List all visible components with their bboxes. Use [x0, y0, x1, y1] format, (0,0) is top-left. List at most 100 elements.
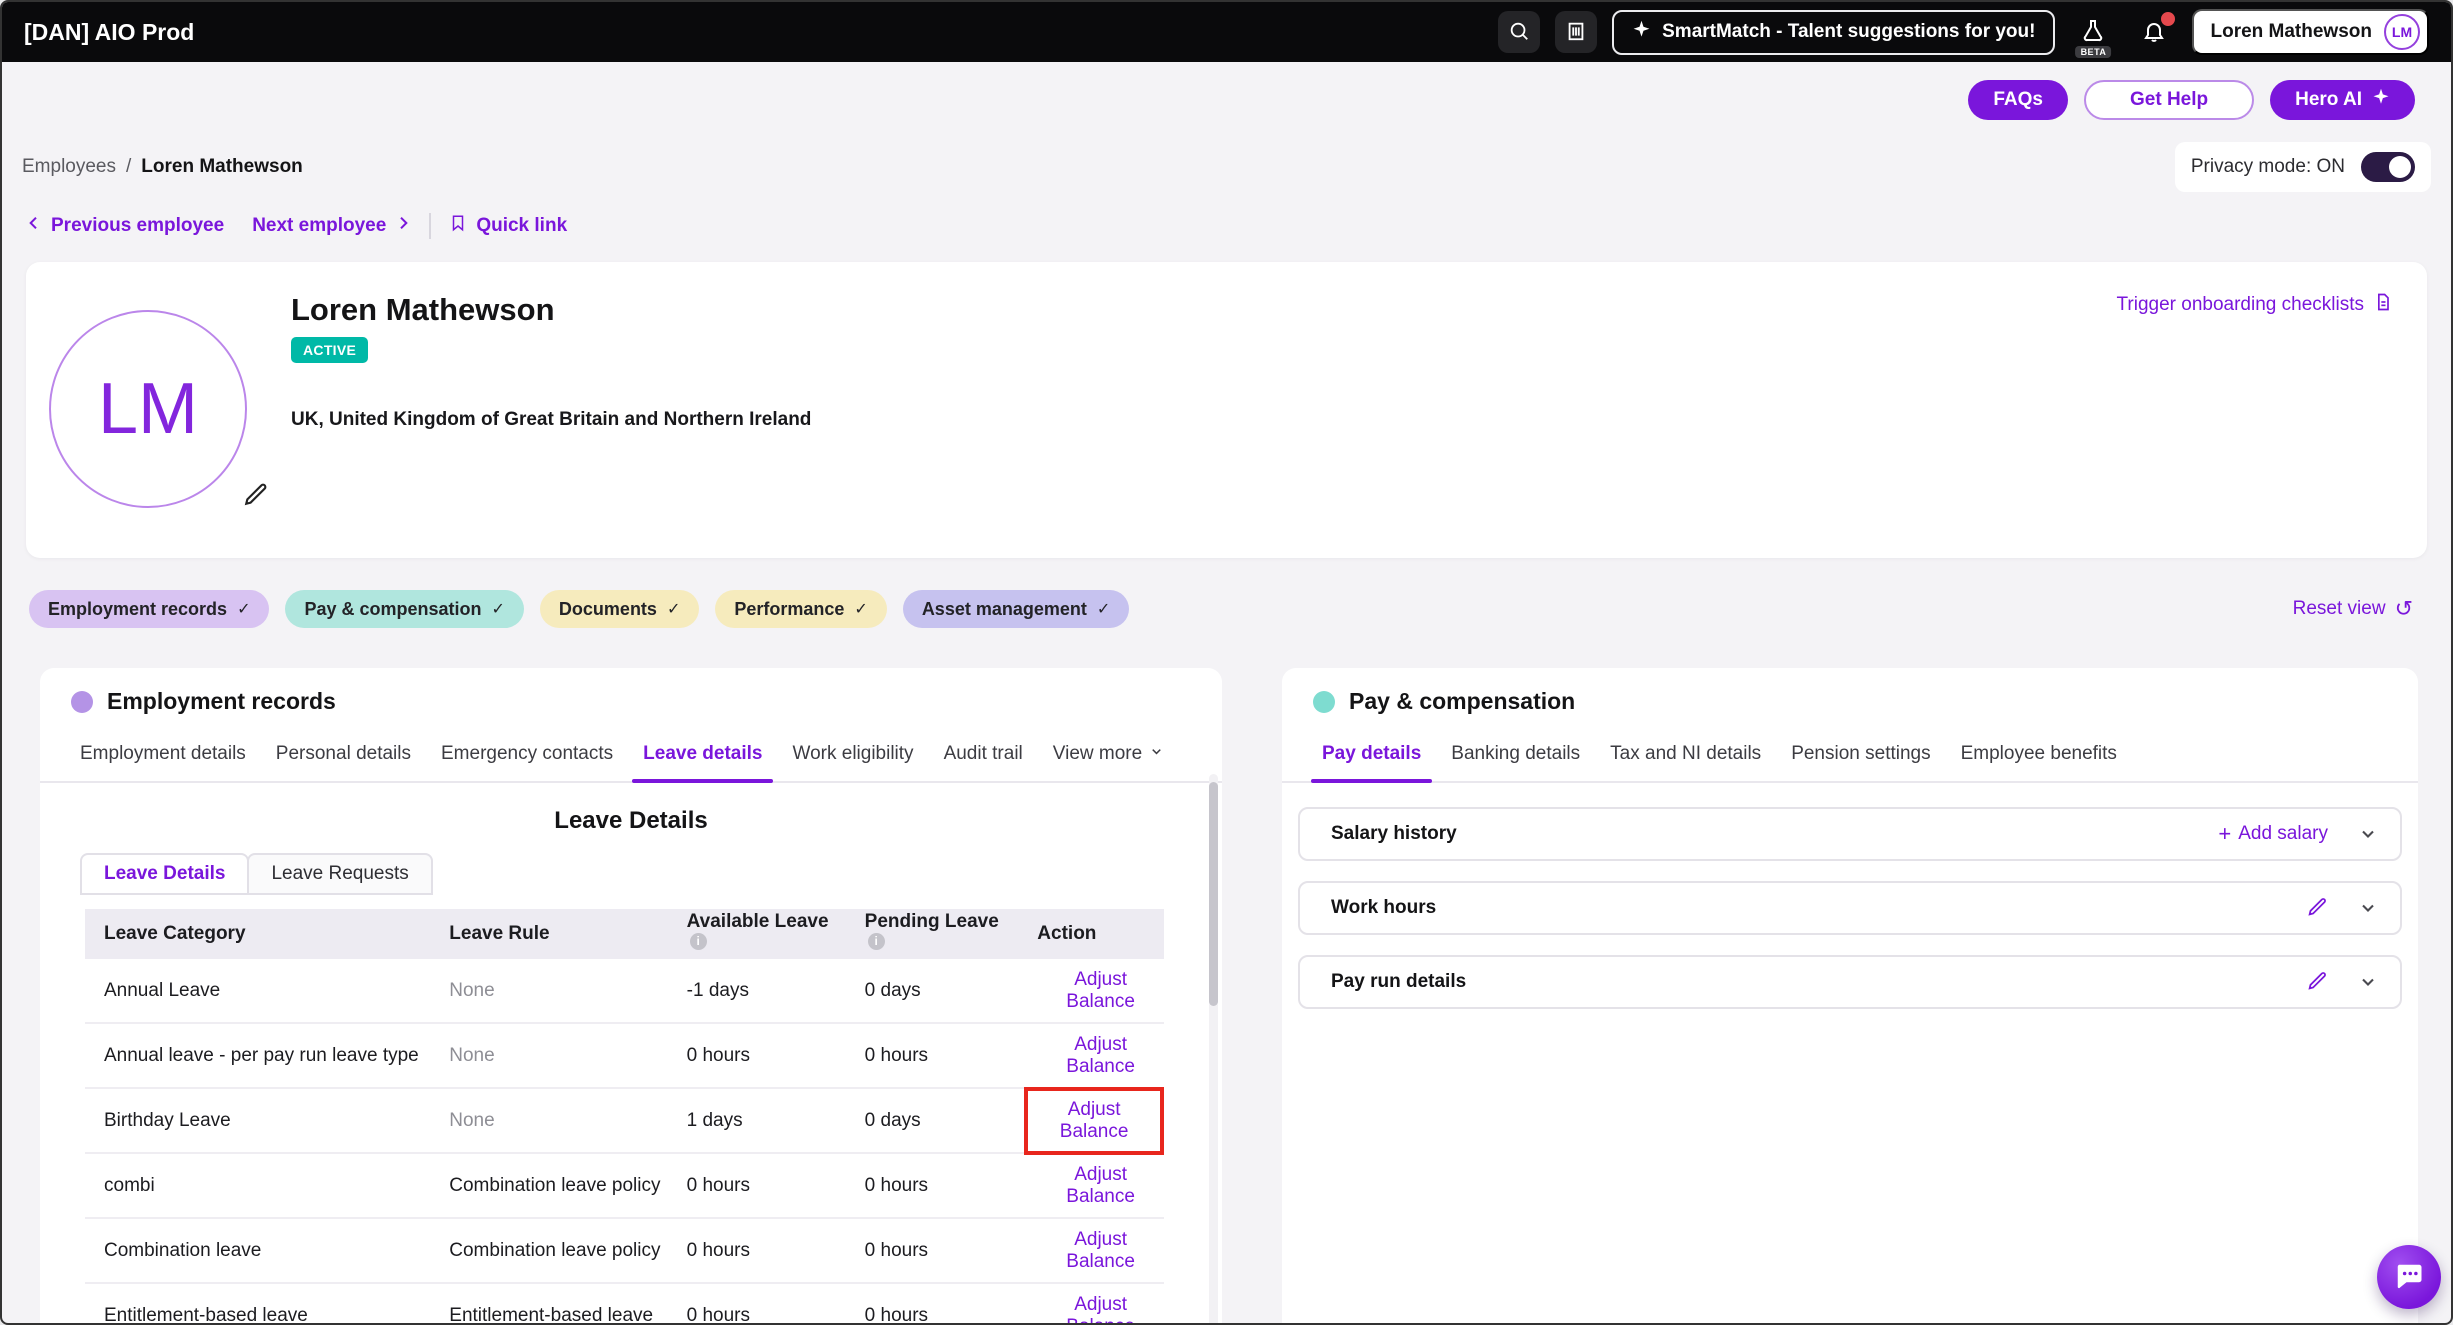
tab-pension-settings[interactable]: Pension settings: [1776, 729, 1945, 781]
annotation-highlight-box: Adjust Balance: [1024, 1087, 1164, 1155]
chevron-down-icon[interactable]: [2358, 898, 2378, 918]
panel-title: Employment records: [107, 688, 336, 715]
notifications-button[interactable]: [2131, 9, 2177, 55]
tab-personal-details[interactable]: Personal details: [261, 729, 426, 781]
chevron-down-icon: [1149, 743, 1164, 765]
tab-work-eligibility[interactable]: Work eligibility: [777, 729, 928, 781]
cell-available: -1 days: [668, 980, 846, 1002]
table-row: combi Combination leave policy 0 hours 0…: [85, 1154, 1164, 1219]
info-icon[interactable]: i: [868, 933, 885, 950]
panels: Employment records Employment details Pe…: [40, 668, 2451, 1325]
bookmark-icon: [449, 214, 467, 238]
table-row-birthday-leave: Birthday Leave None 1 days 0 days Adjust…: [85, 1089, 1164, 1154]
adjust-balance-link[interactable]: Adjust Balance: [1037, 1034, 1164, 1078]
cell-category: Combination leave: [85, 1240, 430, 1262]
plus-icon: +: [2218, 823, 2231, 845]
edit-work-hours-button[interactable]: [2307, 896, 2328, 920]
cell-category: Annual Leave: [85, 980, 430, 1002]
pill-employment-records[interactable]: Employment records ✓: [29, 590, 269, 628]
profile-info: Loren Mathewson ACTIVE UK, United Kingdo…: [291, 292, 811, 558]
pay-sections: Salary history + Add salary Work hours: [1282, 807, 2418, 1009]
pill-pay-compensation[interactable]: Pay & compensation ✓: [285, 590, 523, 628]
work-hours-label: Work hours: [1331, 897, 1436, 919]
work-hours-section[interactable]: Work hours: [1298, 881, 2402, 935]
chevron-left-icon: [26, 215, 42, 237]
panel-header: Pay & compensation: [1282, 668, 2418, 729]
scrollbar-thumb[interactable]: [1209, 782, 1218, 1006]
organisation-button[interactable]: [1555, 11, 1597, 53]
subtab-leave-details[interactable]: Leave Details: [80, 853, 249, 895]
cell-pending: 0 days: [846, 980, 1019, 1002]
tab-banking-details[interactable]: Banking details: [1436, 729, 1595, 781]
chevron-down-icon[interactable]: [2358, 824, 2378, 844]
cell-pending: 0 hours: [846, 1240, 1019, 1262]
previous-employee-label: Previous employee: [51, 215, 224, 237]
table-row: Annual Leave None -1 days 0 days Adjust …: [85, 959, 1164, 1024]
quick-link-button[interactable]: Quick link: [449, 214, 567, 238]
chat-widget-button[interactable]: [2377, 1245, 2441, 1309]
reset-view-label: Reset view: [2293, 598, 2386, 620]
section-pills-row: Employment records ✓ Pay & compensation …: [29, 590, 2413, 628]
building-icon: [1565, 20, 1587, 45]
check-icon: ✓: [1097, 599, 1110, 619]
cell-rule: None: [430, 1045, 667, 1067]
tab-leave-details[interactable]: Leave details: [628, 729, 777, 781]
next-employee-button[interactable]: Next employee: [252, 215, 411, 237]
tab-pay-details[interactable]: Pay details: [1307, 729, 1436, 781]
smartmatch-banner-button[interactable]: SmartMatch - Talent suggestions for you!: [1612, 10, 2055, 55]
table-header-row: Leave Category Leave Rule Available Leav…: [85, 909, 1164, 959]
add-salary-button[interactable]: + Add salary: [2218, 823, 2328, 845]
subtab-leave-requests[interactable]: Leave Requests: [247, 853, 432, 895]
breadcrumb-separator: /: [126, 156, 131, 178]
header-leave-category: Leave Category: [85, 923, 430, 945]
header-label: Pending Leave: [865, 911, 999, 932]
adjust-balance-link[interactable]: Adjust Balance: [1037, 1164, 1164, 1208]
user-menu[interactable]: Loren Mathewson LM: [2192, 9, 2429, 55]
cell-rule: Entitlement-based leave: [430, 1305, 667, 1325]
privacy-mode-toggle[interactable]: [2361, 152, 2415, 182]
info-icon[interactable]: i: [690, 933, 707, 950]
salary-history-section[interactable]: Salary history + Add salary: [1298, 807, 2402, 861]
pill-performance[interactable]: Performance ✓: [715, 590, 886, 628]
adjust-balance-link[interactable]: Adjust Balance: [1037, 1099, 1151, 1143]
pill-asset-management[interactable]: Asset management ✓: [903, 590, 1129, 628]
employment-tabs: Employment details Personal details Emer…: [40, 729, 1222, 783]
check-icon: ✓: [854, 599, 867, 619]
tab-audit-trail[interactable]: Audit trail: [929, 729, 1038, 781]
search-button[interactable]: [1498, 11, 1540, 53]
breadcrumb-row: Employees / Loren Mathewson Privacy mode…: [22, 142, 2431, 192]
tab-emergency-contacts[interactable]: Emergency contacts: [426, 729, 628, 781]
tab-view-more[interactable]: View more: [1038, 729, 1179, 781]
adjust-balance-link[interactable]: Adjust Balance: [1037, 969, 1164, 1013]
faqs-button[interactable]: FAQs: [1968, 80, 2068, 120]
tab-employment-details[interactable]: Employment details: [65, 729, 261, 781]
trigger-onboarding-button[interactable]: Trigger onboarding checklists: [2117, 292, 2393, 318]
adjust-balance-link[interactable]: Adjust Balance: [1037, 1229, 1164, 1273]
chevron-down-icon[interactable]: [2358, 972, 2378, 992]
tab-employee-benefits[interactable]: Employee benefits: [1946, 729, 2132, 781]
edit-pay-run-button[interactable]: [2307, 970, 2328, 994]
header-action: Action: [1018, 923, 1164, 945]
adjust-balance-link[interactable]: Adjust Balance: [1037, 1294, 1164, 1325]
quick-link-label: Quick link: [476, 215, 567, 237]
edit-avatar-button[interactable]: [243, 481, 269, 510]
labs-button[interactable]: BETA: [2070, 9, 2116, 55]
pay-run-details-section[interactable]: Pay run details: [1298, 955, 2402, 1009]
pill-documents[interactable]: Documents ✓: [540, 590, 699, 628]
reset-view-button[interactable]: Reset view ↺: [2293, 598, 2413, 620]
get-help-button[interactable]: Get Help: [2084, 80, 2254, 120]
check-icon: ✓: [492, 599, 505, 619]
cell-category: combi: [85, 1175, 430, 1197]
topbar: [DAN] AIO Prod SmartMatch - Talent sugge…: [2, 2, 2451, 62]
pill-label: Asset management: [922, 599, 1087, 620]
panel-header: Employment records: [40, 668, 1222, 729]
previous-employee-button[interactable]: Previous employee: [26, 215, 224, 237]
hero-ai-label: Hero AI: [2295, 89, 2362, 111]
scrollbar-track[interactable]: [1209, 774, 1218, 1325]
breadcrumb: Employees / Loren Mathewson: [22, 156, 303, 178]
tab-tax-ni-details[interactable]: Tax and NI details: [1595, 729, 1776, 781]
breadcrumb-employees[interactable]: Employees: [22, 156, 116, 178]
cell-rule: None: [430, 980, 667, 1002]
hero-ai-button[interactable]: Hero AI: [2270, 80, 2415, 120]
chat-bubble-icon: [2394, 1261, 2424, 1294]
